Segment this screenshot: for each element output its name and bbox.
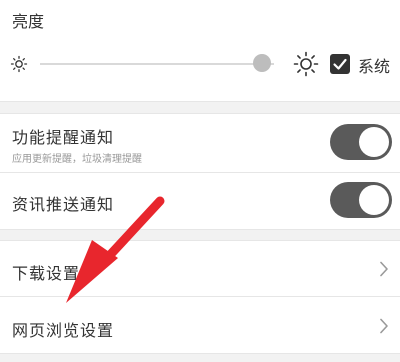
feature-reminder-title: 功能提醒通知 <box>12 128 115 147</box>
brightness-slider-thumb[interactable] <box>253 54 272 72</box>
feature-reminder-row[interactable]: 功能提醒通知 应用更新提醒，垃圾清理提醒 <box>0 114 400 172</box>
chevron-right-icon <box>379 261 389 277</box>
brightness-row: 系统 <box>0 44 400 84</box>
brightness-slider[interactable] <box>40 63 274 65</box>
web-browsing-settings-row[interactable]: 网页浏览设置 <box>0 297 400 353</box>
system-brightness-checkbox[interactable] <box>330 54 350 74</box>
news-push-title: 资讯推送通知 <box>12 195 115 214</box>
news-push-toggle[interactable] <box>330 182 392 218</box>
web-browsing-settings-label: 网页浏览设置 <box>12 321 115 340</box>
toggle-knob <box>359 185 389 215</box>
news-push-row[interactable]: 资讯推送通知 <box>0 173 400 229</box>
checkmark-icon <box>333 58 347 70</box>
divider <box>0 101 400 102</box>
download-settings-row[interactable]: 下载设置 <box>0 241 400 296</box>
sun-large-icon <box>293 51 319 77</box>
section-gap <box>0 354 400 362</box>
divider <box>0 229 400 230</box>
feature-reminder-subtitle: 应用更新提醒，垃圾清理提醒 <box>12 154 142 165</box>
chevron-right-icon <box>379 318 389 334</box>
download-settings-label: 下载设置 <box>12 264 81 283</box>
feature-reminder-toggle[interactable] <box>330 124 392 160</box>
toggle-knob <box>359 127 389 157</box>
brightness-label: 亮度 <box>12 12 45 31</box>
sun-small-icon <box>10 55 28 73</box>
system-brightness-label: 系统 <box>358 57 391 76</box>
